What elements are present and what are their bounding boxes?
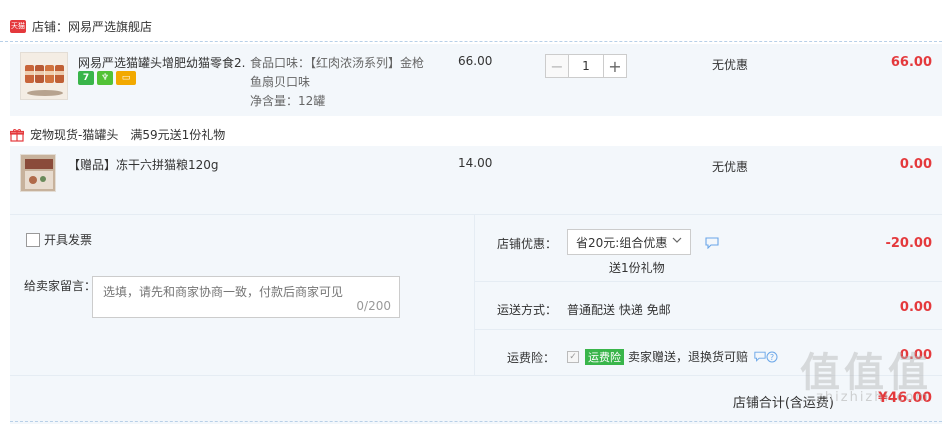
gift-item-row: 【赠品】冻干六拼猫粮120g 14.00 无优惠 0.00	[10, 146, 942, 214]
cart-item-row: 网易严选猫罐头增肥幼猫零食2... 7 ♆ ▭ 食品口味：【红肉浓汤系列】金枪 …	[10, 44, 942, 116]
message-char-count: 0/200	[356, 299, 391, 313]
summary-divider	[475, 329, 942, 330]
summary-divider	[475, 281, 942, 282]
bottom-divider	[10, 421, 942, 422]
card-service-icon: ▭	[116, 71, 136, 85]
gift-promo-rule: 满59元送1份礼物	[130, 128, 226, 142]
tmall-badge-icon: 天猫	[10, 20, 26, 33]
quantity-stepper: − +	[545, 54, 627, 78]
gift-icon	[10, 128, 24, 142]
decrease-quantity-button[interactable]: −	[545, 54, 569, 78]
invoice-label: 开具发票	[44, 233, 93, 247]
gift-product-title[interactable]: 【赠品】冻干六拼猫粮120g	[68, 156, 219, 173]
gift-discount: 无优惠	[712, 160, 749, 174]
shop-discount-amount: -20.00	[885, 236, 932, 251]
invoice-checkbox[interactable]	[26, 232, 40, 247]
gift-thumbnail[interactable]	[20, 154, 56, 192]
chevron-down-icon	[672, 237, 682, 243]
shop-discount-note: 送1份礼物	[609, 261, 665, 275]
quantity-input[interactable]	[569, 54, 603, 78]
shipping-label: 运送方式：	[497, 303, 558, 317]
shop-name[interactable]: 店铺：网易严选旗舰店	[32, 18, 152, 35]
chat-icon[interactable]	[705, 237, 719, 249]
chat-icon[interactable]	[754, 351, 766, 362]
seven-day-return-icon: 7	[78, 71, 94, 85]
order-options: 开具发票 给卖家留言： 0/200	[10, 215, 474, 375]
watermark-url: zhizhizhi.com	[816, 390, 930, 405]
cat-food-bag-icon	[21, 155, 55, 191]
product-spec: 食品口味：【红肉浓汤系列】金枪 鱼扇贝口味 净含量：12罐	[250, 56, 425, 108]
gift-subtotal: 0.00	[899, 157, 932, 172]
insurance-desc: 卖家赠送，退换货可赔	[628, 350, 749, 364]
shipping-amount: 0.00	[899, 300, 932, 315]
insurance-badge: 运费险	[585, 348, 624, 365]
invoice-option: 开具发票	[26, 231, 92, 248]
seller-message-input[interactable]	[93, 277, 399, 317]
message-box: 0/200	[92, 276, 400, 318]
item-discount: 无优惠	[712, 58, 749, 72]
item-subtotal: 66.00	[890, 55, 932, 70]
shop-discount-select-value: 省20元:组合优惠	[576, 235, 668, 250]
product-title[interactable]: 网易严选猫罐头增肥幼猫零食2...	[78, 54, 246, 71]
product-thumbnail[interactable]	[20, 52, 68, 100]
svg-text:?: ?	[770, 353, 774, 362]
insurance-checkbox[interactable]: ✓	[567, 350, 579, 363]
help-icon[interactable]: ?	[766, 351, 778, 363]
service-tags: 7 ♆ ▭	[78, 71, 136, 85]
insurance-option: ✓ 运费险 卖家赠送，退换货可赔 ?	[567, 348, 778, 365]
cat-food-cans-icon	[21, 53, 67, 99]
gift-promo: 宠物现货-猫罐头 满59元送1份礼物	[10, 126, 237, 143]
shop-discount-label: 店铺优惠：	[497, 237, 558, 251]
trident-service-icon: ♆	[97, 71, 113, 85]
shop-header: 天猫 店铺：网易严选旗舰店	[0, 12, 942, 42]
gift-promo-category: 宠物现货-猫罐头	[30, 128, 119, 142]
gift-unit-price: 14.00	[458, 156, 493, 170]
increase-quantity-button[interactable]: +	[603, 54, 627, 78]
message-label: 给卖家留言：	[24, 279, 97, 293]
insurance-label: 运费险：	[507, 351, 556, 365]
shop-discount-select[interactable]: 省20元:组合优惠	[567, 229, 691, 255]
unit-price: 66.00	[458, 54, 493, 68]
shipping-method: 普通配送 快递 免邮	[567, 303, 671, 317]
